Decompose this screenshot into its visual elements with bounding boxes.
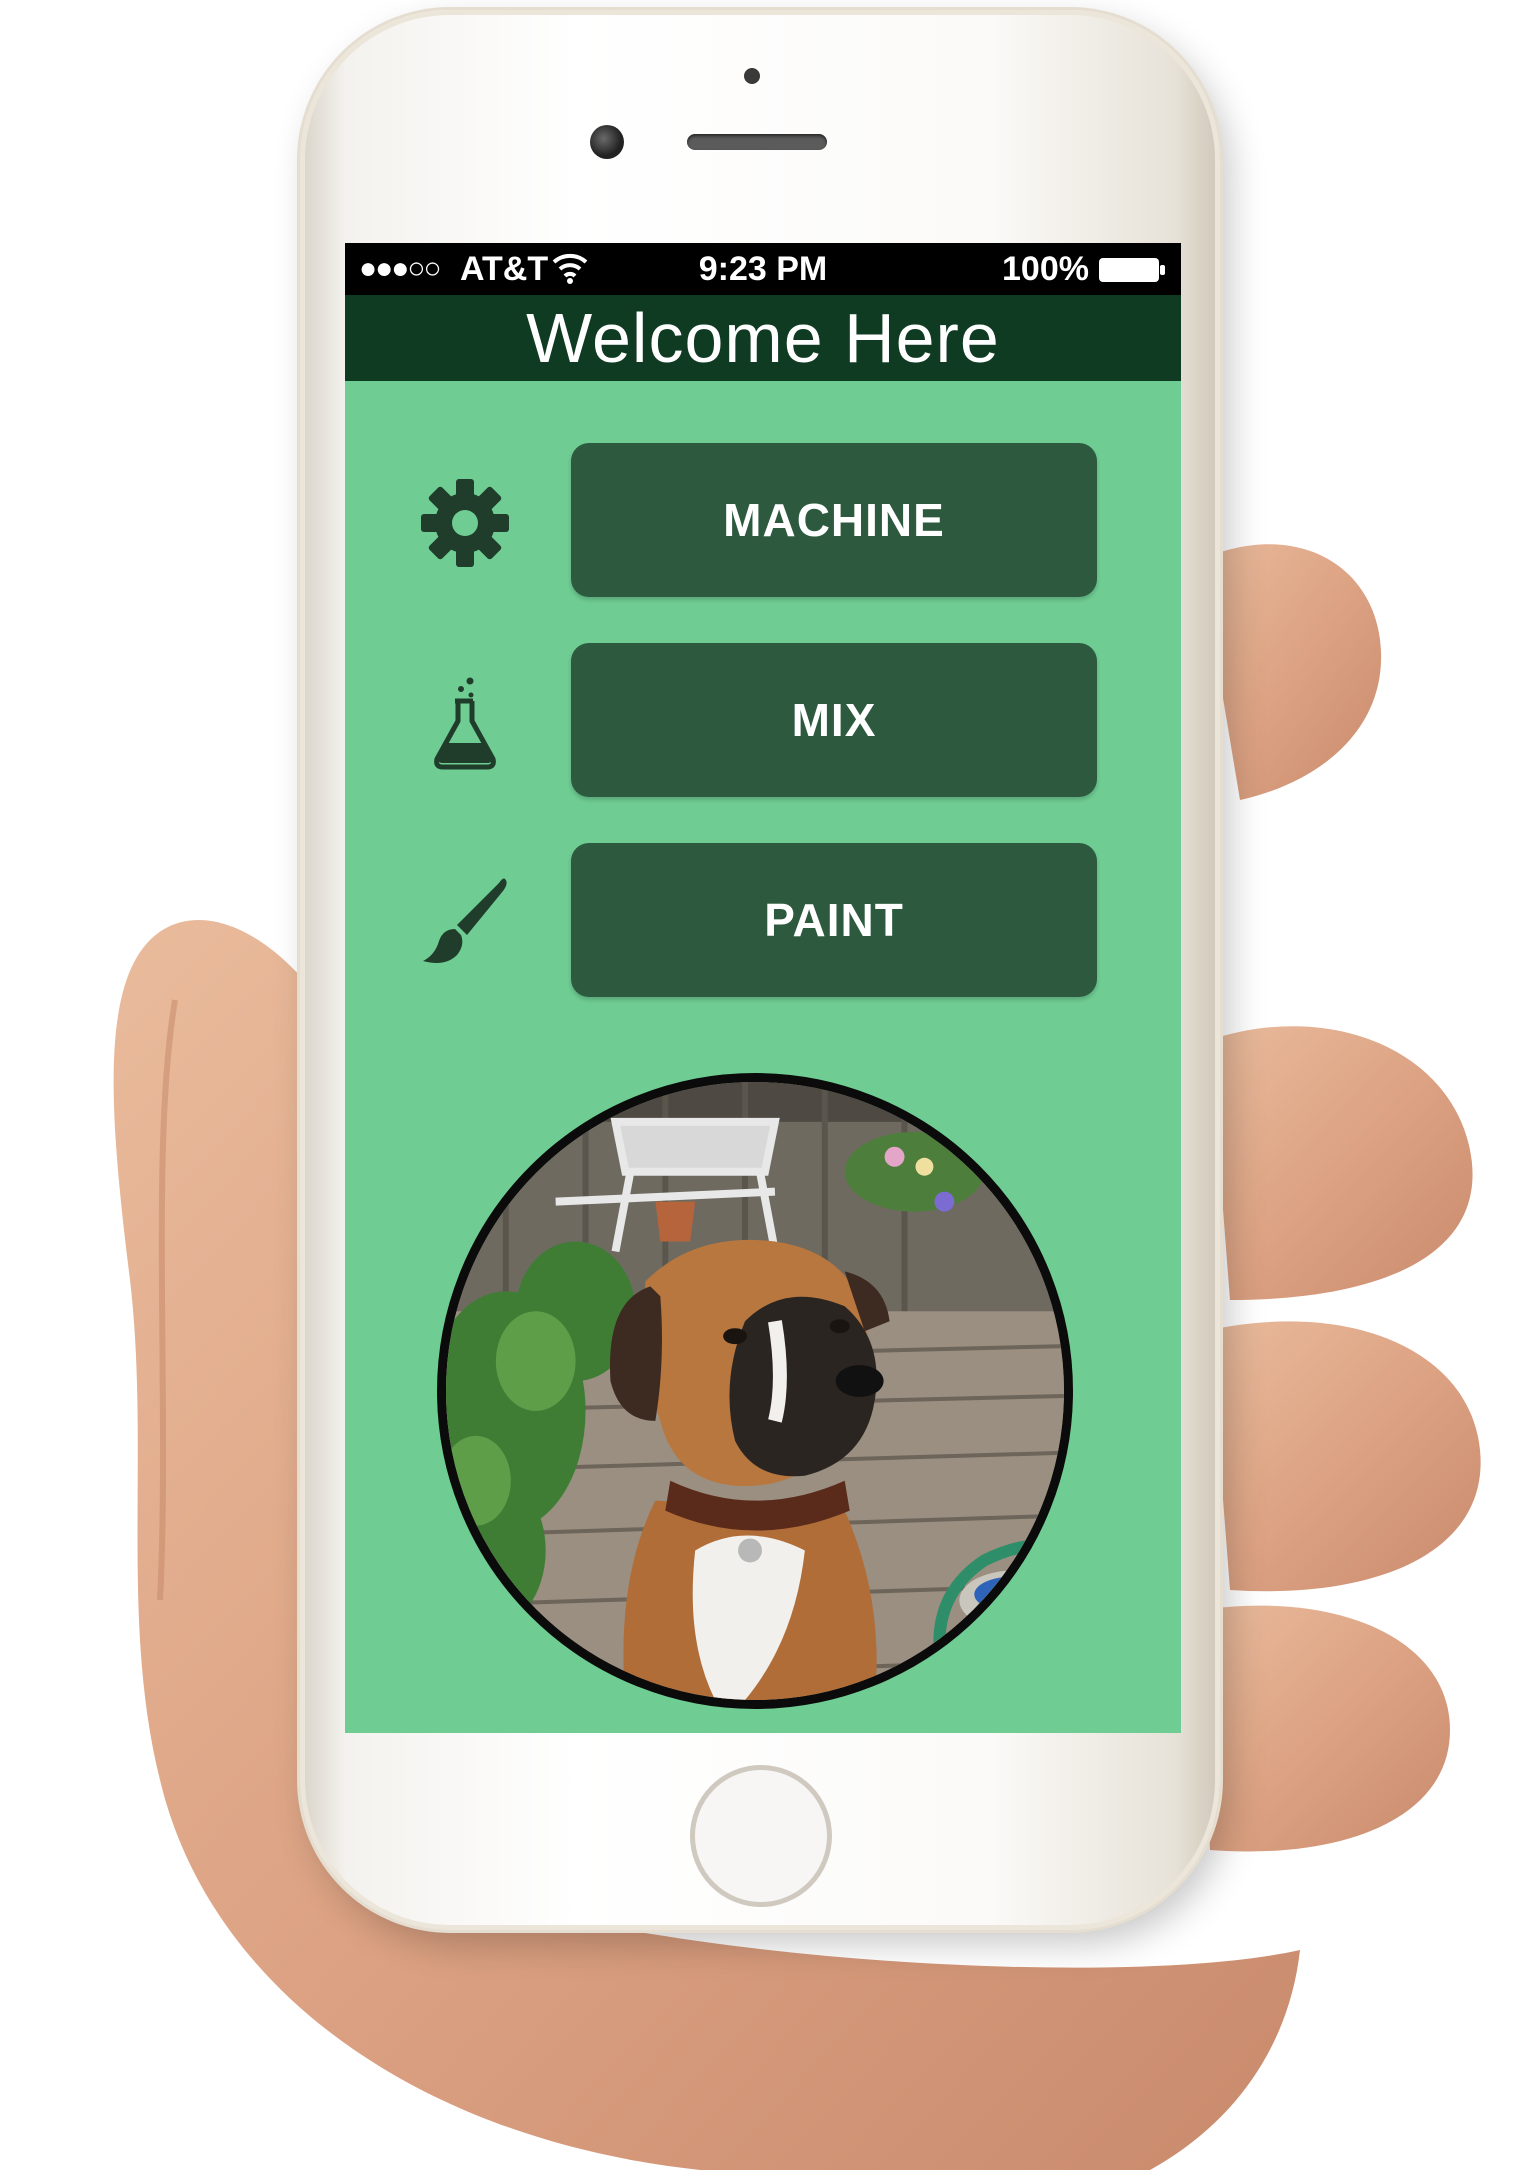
dog-photo [437,1073,1073,1709]
battery-percent: 100% [1002,250,1089,288]
header-bar: Welcome Here [345,295,1181,381]
page-title: Welcome Here [526,299,1000,377]
front-camera [590,125,624,159]
menu-row-mix: MIX [345,643,1181,797]
paintbrush-icon [423,878,507,963]
app-screen: ●●●○○ AT&T 9:23 PM 100% Welcome Here MAC… [345,243,1181,1733]
home-button[interactable] [690,1765,832,1907]
battery-icon [1099,258,1165,282]
paint-button[interactable]: PAINT [571,843,1097,997]
menu-row-machine: MACHINE [345,443,1181,597]
status-bar: ●●●○○ AT&T 9:23 PM 100% [345,243,1181,295]
mix-button[interactable]: MIX [571,643,1097,797]
proximity-sensor [744,68,760,84]
gear-icon [421,479,509,567]
menu-row-paint: PAINT [345,843,1181,997]
flask-icon [434,677,496,770]
earpiece-speaker [687,134,827,150]
machine-button[interactable]: MACHINE [571,443,1097,597]
